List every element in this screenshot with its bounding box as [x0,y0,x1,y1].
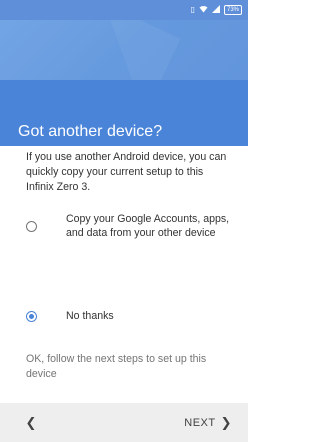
chevron-right-icon: ❯ [220,415,232,430]
footer-note: OK, follow the next steps to set up this… [26,353,207,380]
next-button[interactable]: NEXT ❯ [184,414,232,432]
radio-selected-dot [29,313,34,319]
back-button[interactable]: ❮ [22,414,40,432]
wifi-icon [199,5,208,15]
hero-shape [107,20,248,80]
content-area: If you use another Android device, you c… [0,146,248,403]
radio-no-thanks[interactable] [26,310,37,322]
battery-indicator: 73% [223,5,242,15]
intro-text: If you use another Android device, you c… [26,151,227,193]
header: Got another device? [0,80,248,146]
page-title: Got another device? [18,123,163,140]
next-label: NEXT [184,417,216,429]
option-label: Copy your Google Accounts, apps, and dat… [66,213,230,239]
option-no-thanks[interactable]: No thanks [26,309,231,323]
bottom-nav-bar: ❮ NEXT ❯ [0,403,248,442]
chevron-left-icon: ❮ [25,415,37,430]
status-bar: ▯ 73% [0,0,248,20]
option-label: No thanks [66,310,114,322]
vibrate-icon: ▯ [190,5,195,14]
hero-banner [0,20,248,80]
radio-copy-accounts[interactable] [26,220,37,232]
signal-icon [211,5,220,15]
option-copy-accounts[interactable]: Copy your Google Accounts, apps, and dat… [26,212,231,240]
